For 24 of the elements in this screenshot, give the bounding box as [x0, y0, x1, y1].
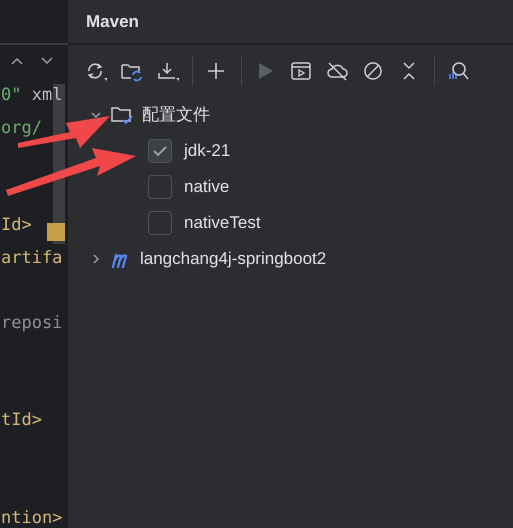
- checkbox[interactable]: [148, 211, 172, 235]
- check-icon: [153, 145, 167, 157]
- profile-label: jdk-21: [184, 140, 230, 162]
- analyze-icon[interactable]: [447, 60, 471, 82]
- tree-item-label[interactable]: 配置文件: [142, 102, 210, 128]
- download-icon[interactable]: [156, 60, 180, 82]
- checkbox[interactable]: [148, 175, 172, 199]
- checkbox[interactable]: [148, 139, 172, 163]
- code-line: 0" xml: [1, 84, 62, 106]
- down-chevron-icon[interactable]: [40, 56, 54, 66]
- code-line: Id>: [1, 214, 32, 236]
- panel-title: Maven: [86, 10, 139, 33]
- code-line: reposi: [1, 312, 62, 334]
- profile-label: nativeTest: [184, 212, 261, 234]
- warning-marker: [47, 223, 65, 241]
- cloud-off-icon[interactable]: [326, 60, 350, 82]
- profile-label: native: [184, 176, 230, 198]
- code-line: ntion>: [1, 506, 62, 528]
- run-window-icon[interactable]: [290, 60, 314, 82]
- up-chevron-icon[interactable]: [10, 56, 24, 66]
- code-line: tId>: [1, 409, 42, 431]
- code-line: org/: [1, 116, 42, 138]
- code-line: artifa: [1, 246, 62, 268]
- tree-item-label[interactable]: langchang4j-springboot2: [140, 246, 326, 272]
